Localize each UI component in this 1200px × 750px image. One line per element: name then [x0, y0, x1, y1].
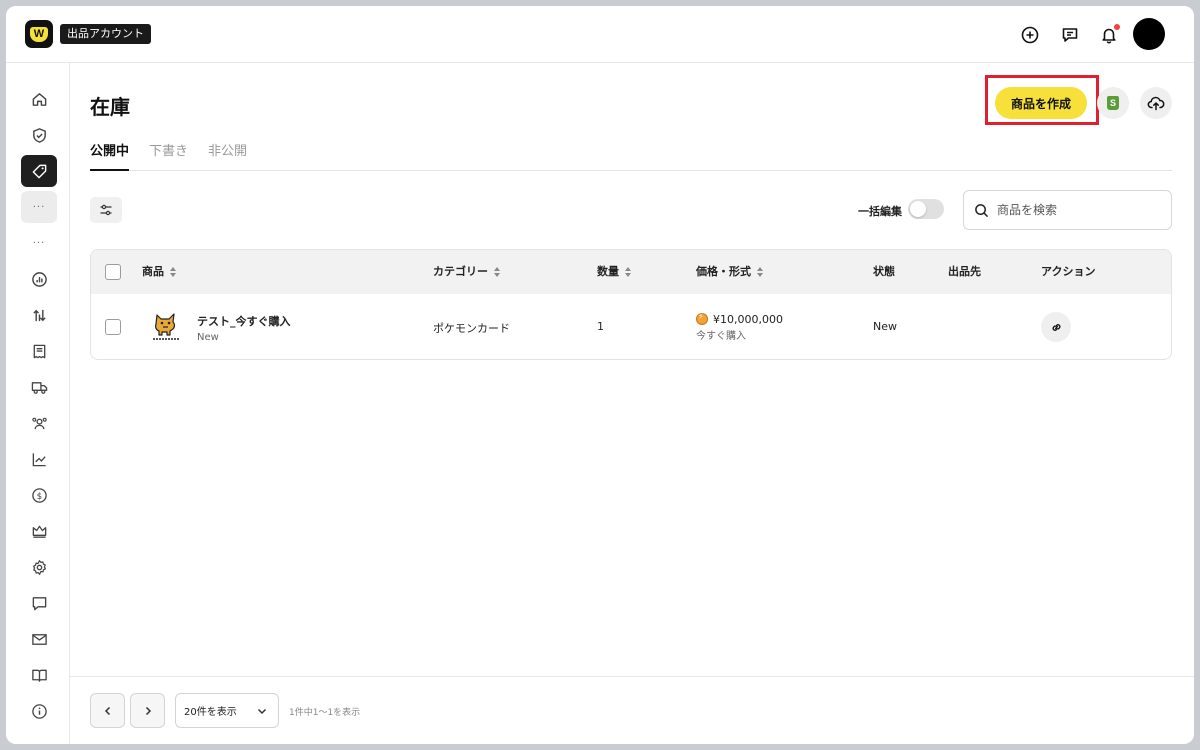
- result-range-text: 1件中1〜1を表示: [289, 708, 361, 718]
- prev-page-button[interactable]: [90, 693, 125, 728]
- next-page-button[interactable]: [130, 693, 165, 728]
- bulk-edit-label: 一括編集: [858, 205, 902, 218]
- account-badge: 出品アカウント: [60, 24, 151, 44]
- filter-button[interactable]: [90, 197, 122, 223]
- search-input[interactable]: [997, 203, 1157, 217]
- per-page-select[interactable]: 20件を表示: [175, 693, 279, 728]
- info-icon[interactable]: [21, 695, 57, 727]
- trend-icon[interactable]: [21, 443, 57, 475]
- toggle-knob: [910, 201, 926, 217]
- top-bar: W 出品アカウント: [6, 6, 1194, 63]
- product-thumbnail: [149, 309, 183, 343]
- column-product[interactable]: 商品: [142, 250, 177, 294]
- table-header: 商品 カテゴリー 数量 価格・形式 状態 出品先 アクション: [91, 250, 1171, 294]
- chat-icon[interactable]: [21, 587, 57, 619]
- sliders-icon: [100, 204, 112, 216]
- svg-text:$: $: [36, 491, 41, 501]
- page-title: 在庫: [90, 95, 130, 119]
- table-row[interactable]: テスト_今すぐ購入 New ポケモンカード 1 ¥10,000,000 今すぐ購…: [91, 294, 1171, 359]
- bulk-edit-toggle[interactable]: [908, 199, 944, 219]
- bell-icon[interactable]: [1097, 23, 1121, 47]
- shield-check-icon[interactable]: [21, 119, 57, 151]
- chevron-right-icon: [145, 706, 151, 715]
- category-cell: ポケモンカード: [433, 322, 510, 335]
- main-content: 在庫 商品を作成 S 公開中 下書き 非公開 一括編集 商品を検索 商品 カテゴ…: [70, 63, 1194, 744]
- tab-draft[interactable]: 下書き: [149, 141, 188, 171]
- column-quantity[interactable]: 数量: [597, 250, 632, 294]
- per-page-value: 20件を表示: [184, 707, 237, 718]
- search-icon: [975, 203, 989, 217]
- sidebar-subitem-more[interactable]: ···: [21, 191, 57, 223]
- book-icon[interactable]: [21, 659, 57, 691]
- cloud-upload-button[interactable]: [1140, 87, 1172, 119]
- buy-now-coin-icon: [696, 312, 708, 325]
- quantity-cell: 1: [597, 320, 604, 333]
- avatar[interactable]: [1133, 18, 1165, 50]
- cloud-upload-icon: [1147, 96, 1165, 111]
- status-cell: New: [873, 320, 897, 333]
- analytics-icon[interactable]: [21, 263, 57, 295]
- sort-icon: [757, 267, 764, 277]
- tab-published[interactable]: 公開中: [90, 141, 130, 171]
- plus-circle-icon[interactable]: [1018, 23, 1042, 47]
- sort-icon: [494, 267, 501, 277]
- create-product-button[interactable]: 商品を作成: [995, 87, 1087, 119]
- status-tabs: 公開中 下書き 非公開: [90, 141, 1172, 171]
- price-value: ¥10,000,000: [713, 313, 783, 326]
- shopify-button[interactable]: S: [1097, 87, 1129, 119]
- receipt-icon[interactable]: [21, 335, 57, 367]
- transfer-icon[interactable]: [21, 299, 57, 331]
- app-window: W 出品アカウント ··· ··· $ 在庫 商品を作成 S 公開中 下書き 非…: [6, 6, 1194, 744]
- users-icon[interactable]: [21, 407, 57, 439]
- copy-link-button[interactable]: [1041, 312, 1071, 342]
- sort-icon: [625, 267, 632, 277]
- chevron-down-icon: [257, 708, 267, 715]
- mail-icon[interactable]: [21, 623, 57, 655]
- product-condition: New: [197, 332, 219, 343]
- tab-private[interactable]: 非公開: [208, 141, 247, 171]
- link-icon: [1052, 323, 1060, 331]
- shopify-icon: S: [1107, 96, 1119, 110]
- column-category[interactable]: カテゴリー: [433, 250, 501, 294]
- search-box[interactable]: [963, 190, 1172, 230]
- truck-icon[interactable]: [21, 371, 57, 403]
- row-checkbox[interactable]: [105, 319, 121, 335]
- column-price-format[interactable]: 価格・形式: [696, 250, 764, 294]
- column-action: アクション: [1041, 265, 1096, 278]
- inventory-table: 商品 カテゴリー 数量 価格・形式 状態 出品先 アクション テスト_今すぐ購入…: [90, 249, 1172, 360]
- pagination-footer: 20件を表示 1件中1〜1を表示: [70, 676, 1194, 744]
- app-logo[interactable]: W: [25, 20, 53, 48]
- select-all-checkbox[interactable]: [105, 264, 121, 280]
- product-name[interactable]: テスト_今すぐ購入: [197, 313, 291, 329]
- dollar-icon[interactable]: $: [21, 479, 57, 511]
- home-icon[interactable]: [21, 83, 57, 115]
- logo-mark: W: [30, 26, 48, 42]
- price-cell: ¥10,000,000 今すぐ購入: [696, 312, 783, 342]
- column-status: 状態: [873, 265, 895, 278]
- message-icon[interactable]: [1058, 23, 1082, 47]
- sort-icon: [170, 267, 177, 277]
- column-listing-destination: 出品先: [948, 265, 981, 278]
- settings-icon[interactable]: [21, 551, 57, 583]
- sidebar-more[interactable]: ···: [21, 227, 57, 259]
- sidebar: ··· ··· $: [6, 63, 70, 744]
- product-cell: テスト_今すぐ購入 New: [197, 313, 291, 343]
- tag-icon[interactable]: [21, 155, 57, 187]
- crown-icon[interactable]: [21, 515, 57, 547]
- notification-dot: [1114, 24, 1120, 30]
- chevron-left-icon: [104, 706, 110, 715]
- price-format: 今すぐ購入: [696, 331, 746, 342]
